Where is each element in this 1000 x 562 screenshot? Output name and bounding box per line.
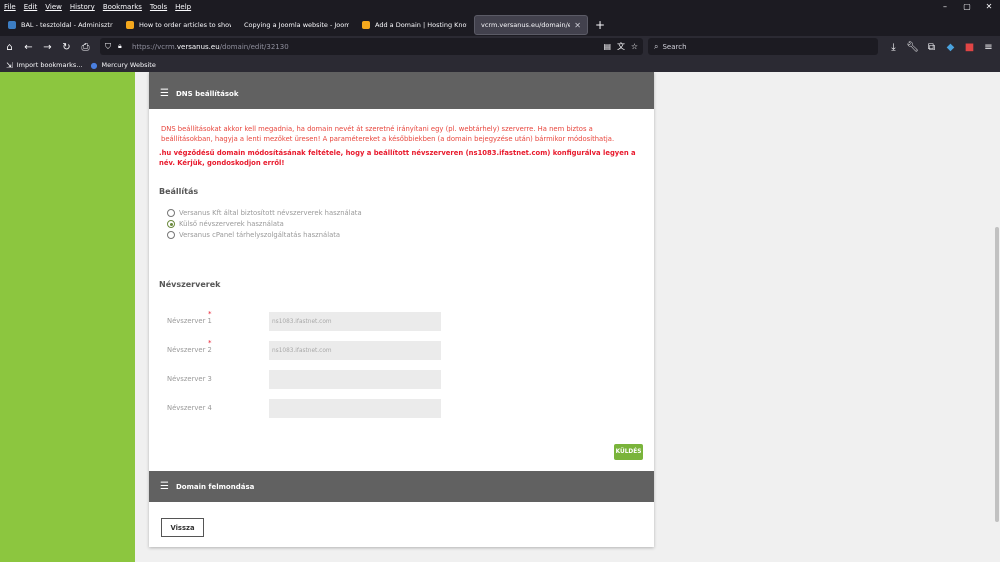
nameserver-4-label: Névszerver 4 [167,404,212,412]
forward-icon[interactable]: → [38,38,57,57]
nameserver-4-input[interactable] [269,399,441,418]
translate-icon[interactable]: 文 [617,41,625,52]
back-button[interactable]: Vissza [161,518,204,537]
reload-icon[interactable]: ↻ [57,38,76,57]
maximize-icon[interactable]: ▢ [956,0,978,14]
search-bar[interactable]: ⌕ Search [648,38,878,55]
hu-domain-warning: .hu végződésű domain módosításának felté… [159,149,636,167]
scroll-thumb[interactable] [995,227,999,522]
required-marker: * [208,310,212,318]
menu-file[interactable]: File [0,3,20,11]
menu-view[interactable]: View [41,3,66,11]
wrench-icon[interactable]: 🔧︎ [903,38,922,57]
radio-button-checked[interactable] [167,220,175,228]
adblock-icon[interactable]: ■ [960,38,979,57]
new-tab-icon[interactable]: + [595,18,605,32]
home-icon[interactable]: ⌂ [0,38,19,57]
cancel-section-title: Domain felmondása [175,482,255,491]
nameserver-3-input[interactable] [269,370,441,389]
bookmark-star-icon[interactable]: ☆ [631,42,638,51]
tab-add-domain[interactable]: Add a Domain | Hosting Knowledg [356,15,473,35]
minimize-icon[interactable]: – [934,0,956,14]
cancel-section-header: ☰ Domain felmondása [149,471,654,502]
send-button[interactable]: KÜLDÉS [614,444,643,460]
tab-bar: BAL - tesztoldal - Adminisztráció How to… [0,14,1000,36]
mercury-icon[interactable]: ◆ [941,38,960,57]
menu-tools[interactable]: Tools [146,3,171,11]
nameserver-3-label: Névszerver 3 [167,375,212,383]
dns-section-title: DNS beállítások [175,89,239,98]
settings-heading: Beállítás [159,187,199,196]
url-bar[interactable]: ⛉ 🔒︎ https://vcrm.versanus.eu/domain/edi… [100,38,643,55]
bookmark-mercury[interactable]: ● Mercury Website [91,61,156,70]
menu-history[interactable]: History [66,3,99,11]
radio-button[interactable] [167,209,175,217]
nameserver-1-label: Névszerver 1 [167,317,212,325]
hamburger-icon: ☰ [160,481,169,492]
required-marker: * [208,339,212,347]
close-tab-icon[interactable]: ✕ [574,21,581,30]
download-icon[interactable]: ⤓ [884,38,903,57]
menu-edit[interactable]: Edit [20,3,42,11]
extensions-icon[interactable]: ⧉ [922,38,941,57]
menu-bookmarks[interactable]: Bookmarks [99,3,146,11]
hosting-icon [362,21,370,29]
tab-order-articles[interactable]: How to order articles to show Mo [120,15,237,35]
option-cpanel-ns[interactable]: Versanus cPanel tárhelyszolgáltatás hasz… [167,231,340,239]
search-placeholder: Search [662,42,687,51]
green-sidebar [0,72,135,562]
back-icon[interactable]: ← [19,38,38,57]
menu-help[interactable]: Help [171,3,195,11]
globe-icon: ● [90,60,98,70]
nameserver-1-input[interactable]: ns1083.ifastnet.com [269,312,441,331]
dns-warning: DNS beállításokat akkor kell megadnia, h… [161,125,615,143]
import-icon: ⇲ [6,60,13,70]
menu-icon[interactable]: ≡ [979,38,998,57]
url-text[interactable]: https://vcrm.versanus.eu/domain/edit/321… [132,43,289,51]
tab-bal-admin[interactable]: BAL - tesztoldal - Adminisztráció [2,15,119,35]
shield-icon[interactable]: ⛉ [105,42,111,52]
reader-view-icon[interactable]: ▤ [603,42,611,51]
page-content: ☰ DNS beállítások DNS beállításokat akko… [0,72,1000,562]
window-controls: – ▢ ✕ [934,0,1000,14]
toolbar-right: ⤓ 🔧︎ ⧉ ◆ ■ ≡ [884,36,998,58]
hamburger-icon: ☰ [160,88,169,99]
menu-bar: File Edit View History Bookmarks Tools H… [0,0,1000,14]
domain-edit-card: ☰ DNS beállítások DNS beállításokat akko… [149,72,654,547]
bookmarks-bar: ⇲ Import bookmarks... ● Mercury Website [0,58,1000,72]
option-versanus-ns[interactable]: Versanus Kft által biztosított névszerve… [167,209,362,217]
radio-button[interactable] [167,231,175,239]
dns-section-header: ☰ DNS beállítások [149,78,654,109]
page-scrollbar[interactable] [992,72,1000,562]
joomla-icon [126,21,134,29]
joomla-icon [8,21,16,29]
nameserver-2-label: Névszerver 2 [167,346,212,354]
search-icon: ⌕ [654,41,659,51]
close-window-icon[interactable]: ✕ [978,0,1000,14]
lock-icon[interactable]: 🔒︎ [118,42,122,51]
tab-copying-joomla[interactable]: Copying a Joomla website - Joomla! Di [238,15,355,35]
print-icon[interactable]: ⎙ [76,38,95,57]
tab-vcrm-domain[interactable]: vcrm.versanus.eu/domain/edit/32130 ✕ [474,15,588,35]
bookmark-import[interactable]: ⇲ Import bookmarks... [6,61,83,70]
option-external-ns[interactable]: Külső névszerverek használata [167,220,284,228]
nameservers-heading: Névszerverek [159,280,221,289]
nameserver-2-input[interactable]: ns1083.ifastnet.com [269,341,441,360]
